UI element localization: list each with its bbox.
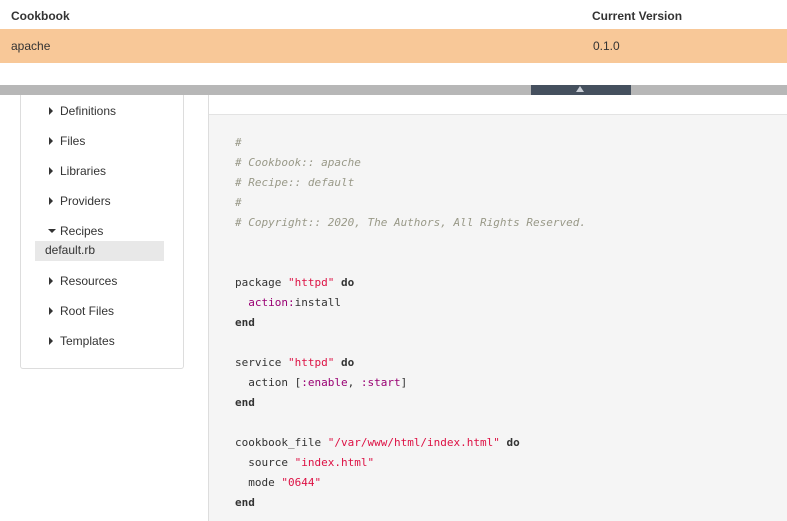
code-symbol: :enable	[301, 376, 348, 389]
cookbook-name-cell: apache	[11, 39, 51, 53]
caret-right-icon	[49, 277, 53, 285]
tree-item-label: Files	[60, 134, 86, 148]
code-token: ]	[400, 376, 408, 389]
code-token: cookbook_file	[235, 436, 322, 449]
code-comment: # Cookbook:: apache	[235, 156, 361, 169]
code-token: mode	[248, 476, 275, 489]
code-string: "httpd"	[287, 276, 335, 289]
column-header-cookbook: Cookbook	[11, 9, 70, 23]
table-row[interactable]: apache 0.1.0	[0, 29, 787, 63]
code-viewer: # # Cookbook:: apache # Recipe:: default # #…	[208, 95, 787, 521]
code-keyword: end	[235, 316, 255, 329]
code-symbol: action:	[248, 296, 295, 309]
tree-item-label: Providers	[60, 194, 111, 208]
caret-right-icon	[49, 197, 53, 205]
code-string: "0644"	[281, 476, 322, 489]
caret-right-icon	[49, 307, 53, 315]
code-viewer-toolbar	[209, 95, 787, 115]
code-token: ,	[347, 376, 361, 389]
file-tree-panel: Definitions Files Libraries Providers Re…	[20, 95, 184, 369]
code-string: "index.html"	[294, 456, 375, 469]
code-keyword: end	[235, 496, 255, 509]
tree-item-label: Templates	[60, 334, 115, 348]
splitter-handle[interactable]	[531, 85, 631, 95]
code-symbol: :start	[360, 376, 401, 389]
table-header: Cookbook Current Version	[0, 0, 787, 29]
caret-right-icon	[49, 137, 53, 145]
tree-item-label: Libraries	[60, 164, 107, 178]
code-comment: # Recipe:: default	[235, 176, 355, 189]
code-comment: #	[235, 196, 242, 209]
code-token: action	[248, 376, 288, 389]
tree-item-label: Root Files	[60, 304, 115, 318]
tree-child-label: default.rb	[45, 243, 96, 257]
caret-down-icon	[48, 229, 56, 233]
tree-item-label: Definitions	[60, 104, 117, 118]
tree-item-label: Recipes	[60, 224, 104, 238]
chevron-up-icon	[576, 86, 584, 92]
code-keyword: do	[340, 276, 355, 289]
caret-right-icon	[49, 337, 53, 345]
code-keyword: end	[235, 396, 255, 409]
code-comment: #	[235, 136, 242, 149]
tree-item-label: Resources	[60, 274, 118, 288]
code-token: service	[235, 356, 282, 369]
code-token: source	[248, 456, 288, 469]
code-string: "/var/www/html/index.html"	[327, 436, 500, 449]
code-token: package	[235, 276, 282, 289]
caret-right-icon	[49, 107, 53, 115]
code-comment: # Copyright:: 2020, The Authors, All Rig…	[235, 216, 586, 229]
pane-splitter[interactable]	[0, 85, 787, 95]
caret-right-icon	[49, 167, 53, 175]
code-keyword: do	[506, 436, 520, 449]
column-header-current-version: Current Version	[592, 9, 683, 23]
code-keyword: do	[340, 356, 355, 369]
code-string: "httpd"	[287, 356, 335, 369]
tree-child-default-rb[interactable]: default.rb	[35, 241, 164, 261]
version-cell: 0.1.0	[593, 39, 620, 53]
code-token: install	[294, 296, 341, 309]
code-block: # # Cookbook:: apache # Recipe:: default # #…	[235, 133, 586, 513]
